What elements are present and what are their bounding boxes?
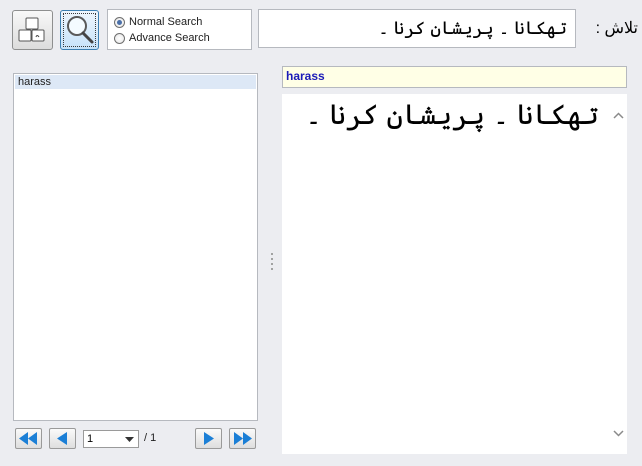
search-input[interactable]: تھکانا ۔ پریشان کرنا ۔ <box>258 9 576 48</box>
next-page-button[interactable] <box>195 428 222 449</box>
keyboard-icon <box>18 17 45 42</box>
left-arrow-icon <box>57 432 67 445</box>
search-button[interactable] <box>60 10 99 50</box>
first-page-button[interactable] <box>15 428 42 449</box>
splitter-handle[interactable] <box>269 250 275 274</box>
entry-meaning: تھکانا ۔ پریشان کرنا ۔ <box>282 94 627 454</box>
double-left-arrow-icon <box>19 432 37 445</box>
chevron-down-icon <box>125 437 134 442</box>
search-label: تلاش : <box>595 20 638 37</box>
radio-checked-icon <box>114 16 125 28</box>
list-item[interactable]: harass <box>15 75 256 89</box>
radio-normal-search[interactable]: Normal Search <box>114 15 202 29</box>
results-list[interactable]: harass <box>13 73 258 421</box>
double-right-arrow-icon <box>234 432 252 445</box>
meaning-text: تھکانا ۔ پریشان کرنا ۔ <box>305 99 599 130</box>
scroll-down-icon[interactable] <box>613 430 624 437</box>
right-arrow-icon <box>204 432 214 445</box>
radio-unchecked-icon <box>114 32 125 44</box>
entry-word: harass <box>282 66 627 88</box>
radio-advance-search-label: Advance Search <box>129 32 210 44</box>
prev-page-button[interactable] <box>49 428 76 449</box>
page-total: / 1 <box>144 432 157 444</box>
magnifier-icon <box>67 16 94 44</box>
grip-dots-icon <box>271 253 273 270</box>
radio-advance-search[interactable]: Advance Search <box>114 31 210 45</box>
keyboard-button[interactable] <box>12 10 53 50</box>
page-select-value: 1 <box>87 433 94 445</box>
scroll-up-icon[interactable] <box>613 112 624 119</box>
radio-normal-search-label: Normal Search <box>129 16 203 28</box>
search-mode-group: Normal Search Advance Search <box>107 9 252 50</box>
page-select[interactable]: 1 <box>83 430 139 448</box>
last-page-button[interactable] <box>229 428 256 449</box>
